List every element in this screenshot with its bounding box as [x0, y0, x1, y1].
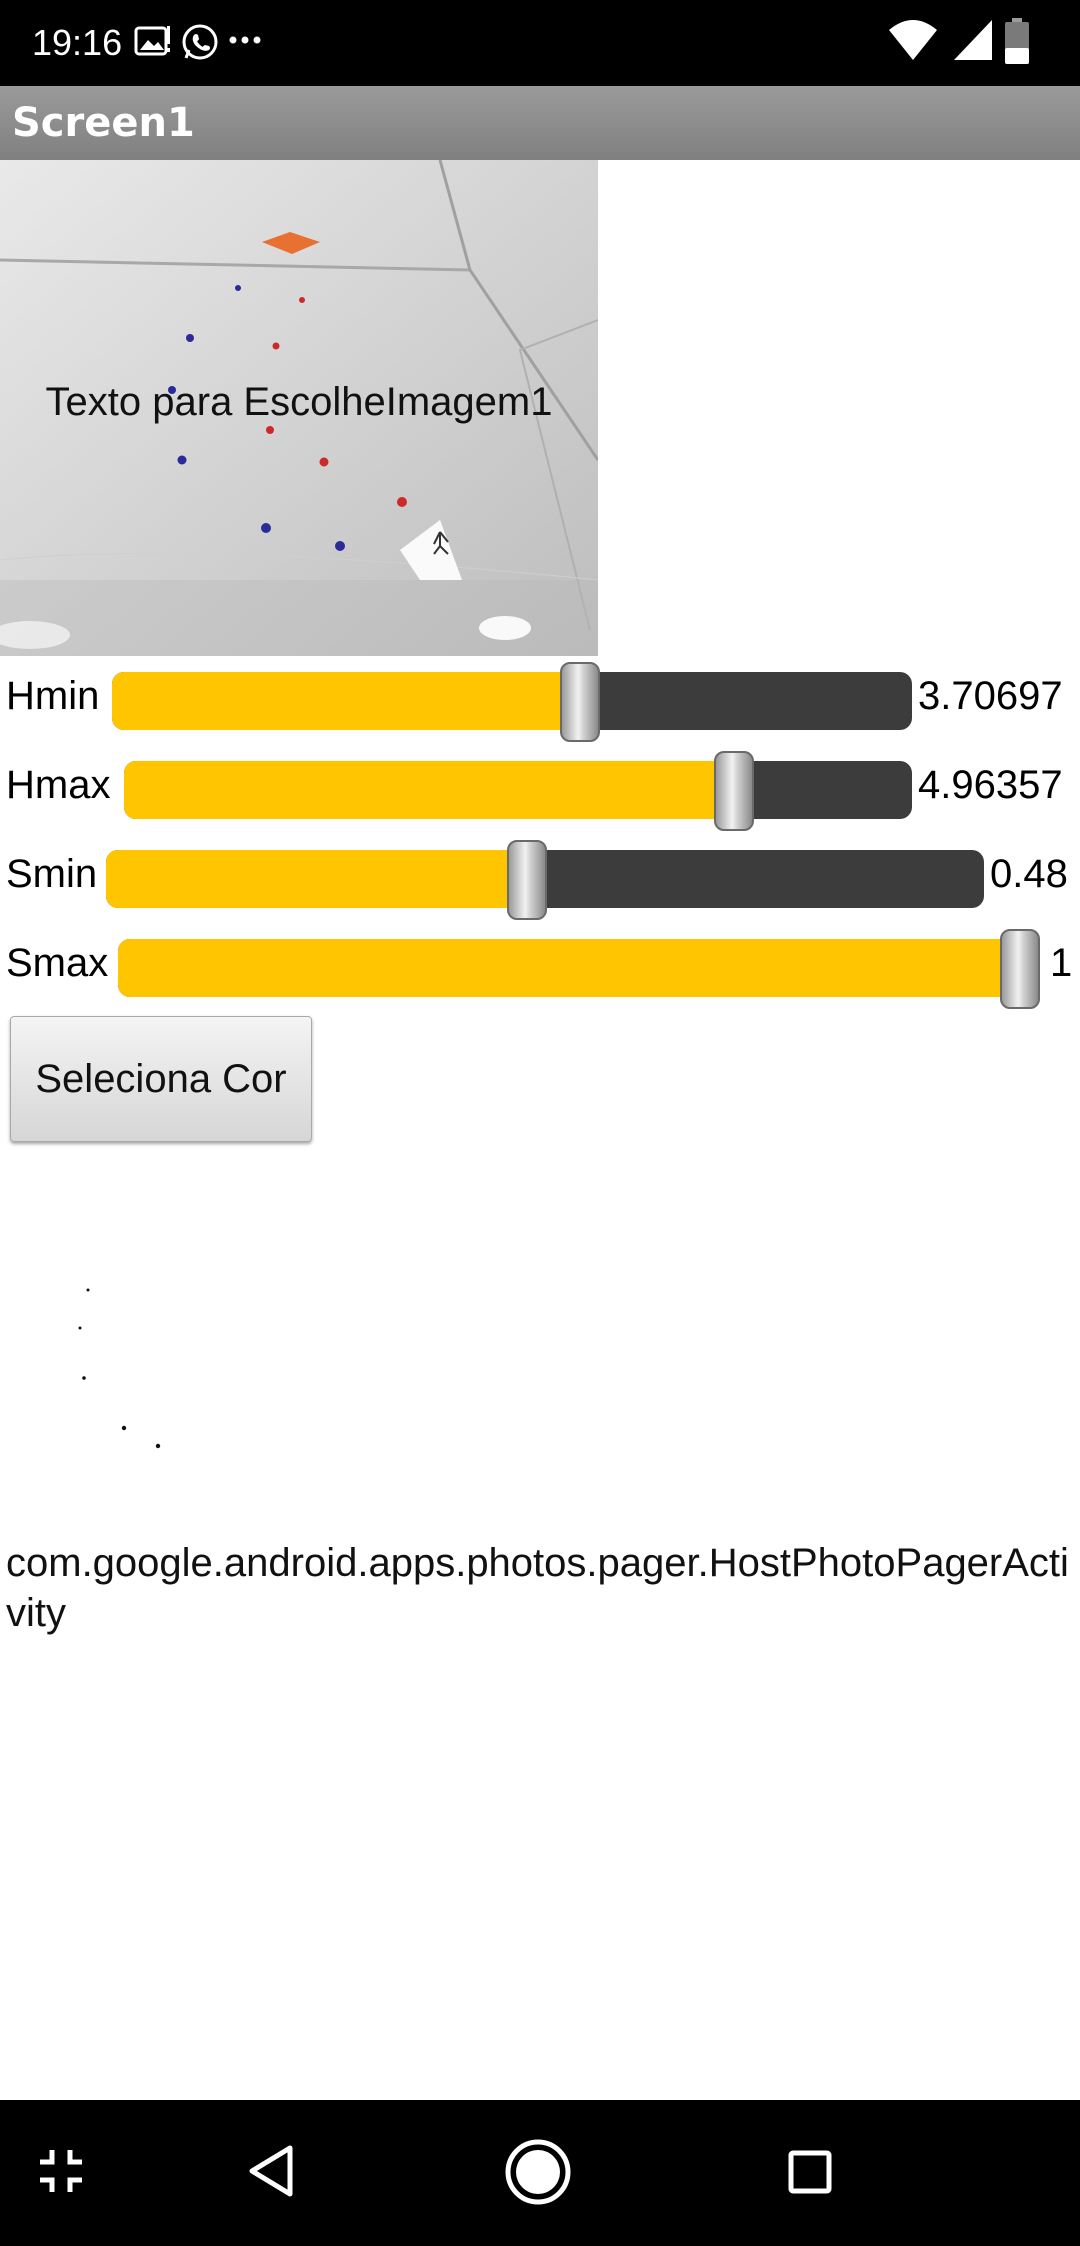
slider-hmin[interactable]: [112, 662, 912, 742]
slider-smax-thumb[interactable]: [1000, 929, 1040, 1009]
activity-name-label: com.google.android.apps.photos.pager.Hos…: [6, 1541, 1069, 1635]
title-bar: Screen1: [0, 86, 1080, 160]
slider-label-hmax: Hmax: [6, 763, 111, 807]
back-icon[interactable]: [246, 2144, 296, 2203]
battery-icon: [1004, 18, 1030, 71]
canvas-dot: [121, 1425, 127, 1431]
slider-hmin-thumb[interactable]: [560, 662, 600, 742]
slider-row-smin: Smin 0.48: [0, 838, 1080, 920]
status-bar: 19:16: [0, 0, 1080, 86]
canvas-dot: [82, 1376, 86, 1380]
gallery-notification-icon: [134, 22, 172, 65]
status-time: 19:16: [32, 22, 123, 63]
recents-icon[interactable]: [788, 2150, 832, 2199]
slider-row-hmax: Hmax 4.96357: [0, 749, 1080, 831]
slider-row-hmin: Hmin 3.70697: [0, 660, 1080, 742]
slider-value-hmin: 3.70697: [918, 674, 1063, 718]
slider-label-hmin: Hmin: [6, 674, 100, 718]
home-icon[interactable]: [504, 2138, 572, 2211]
slider-value-hmax: 4.96357: [918, 763, 1063, 807]
image-picker-caption: Texto para EscolheImagem1: [45, 380, 553, 424]
signal-icon: [952, 18, 994, 67]
canvas-dot: [78, 1326, 82, 1330]
slider-label-smax: Smax: [6, 941, 109, 985]
canvas-dot: [155, 1443, 161, 1449]
slider-label-smin: Smin: [6, 852, 98, 896]
fullscreen-exit-icon[interactable]: [38, 2148, 84, 2199]
drawing-canvas[interactable]: [0, 1240, 1080, 1480]
slider-smax-fill: [118, 939, 1020, 997]
navigation-bar: [0, 2100, 1080, 2246]
slider-row-smax: Smax 1: [0, 927, 1080, 1009]
slider-value-smin: 0.48: [990, 852, 1068, 896]
slider-value-smax: 1: [1050, 941, 1073, 985]
slider-smax[interactable]: [118, 929, 1040, 1009]
image-picker[interactable]: Texto para EscolheImagem1: [0, 160, 598, 656]
slider-hmax-thumb[interactable]: [713, 751, 754, 831]
slider-smin-fill: [106, 850, 528, 908]
wifi-icon: [888, 18, 938, 67]
whatsapp-icon: [180, 22, 220, 67]
slider-hmin-fill: [112, 672, 580, 730]
more-notifications-icon: [228, 20, 262, 63]
screen-title: Screen1: [12, 100, 195, 146]
slider-smin-thumb[interactable]: [507, 840, 548, 920]
select-color-button[interactable]: Seleciona Cor: [10, 1016, 312, 1142]
slider-hmax-fill: [124, 761, 734, 819]
canvas-dot: [86, 1288, 90, 1292]
slider-hmax[interactable]: [124, 751, 912, 831]
slider-smin[interactable]: [106, 840, 984, 920]
